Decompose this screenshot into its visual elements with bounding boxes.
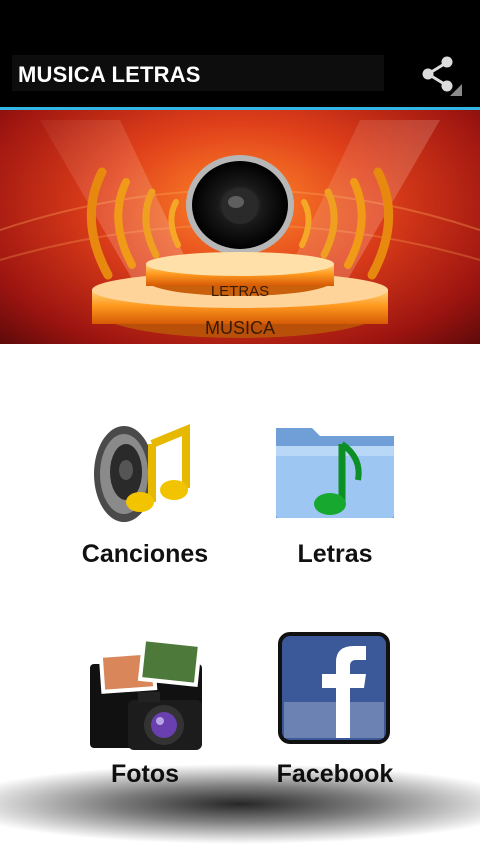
share-icon xyxy=(422,56,462,96)
music-folder-icon xyxy=(276,428,394,518)
title-box: MUSICA LETRAS xyxy=(12,55,384,91)
share-button[interactable] xyxy=(418,54,462,96)
menu-item-letras[interactable]: Letras xyxy=(250,404,420,574)
music-speaker-icon xyxy=(94,424,190,522)
menu-item-label: Facebook xyxy=(276,760,394,788)
speaker-icon xyxy=(186,155,294,255)
action-bar: MUSICA LETRAS xyxy=(0,38,480,110)
menu-item-label: Canciones xyxy=(81,540,209,568)
banner-letras-text: LETRAS xyxy=(211,283,269,300)
banner-graphic: LETRAS MUSICA xyxy=(0,120,480,338)
banner-musica-text: MUSICA xyxy=(205,318,275,338)
menu-item-facebook[interactable]: Facebook xyxy=(250,624,420,794)
facebook-icon xyxy=(278,632,390,744)
header-banner: LETRAS MUSICA xyxy=(0,110,480,344)
menu-item-label: Fotos xyxy=(110,760,180,788)
menu-item-label: Letras xyxy=(297,540,373,568)
status-bar xyxy=(0,0,480,38)
app-title: MUSICA LETRAS xyxy=(18,62,201,87)
menu-item-canciones[interactable]: Canciones xyxy=(60,404,230,574)
menu-grid: Canciones Letras Fotos Facebook xyxy=(0,344,480,854)
photo-camera-folder-icon xyxy=(90,636,203,750)
menu-item-fotos[interactable]: Fotos xyxy=(60,624,230,794)
